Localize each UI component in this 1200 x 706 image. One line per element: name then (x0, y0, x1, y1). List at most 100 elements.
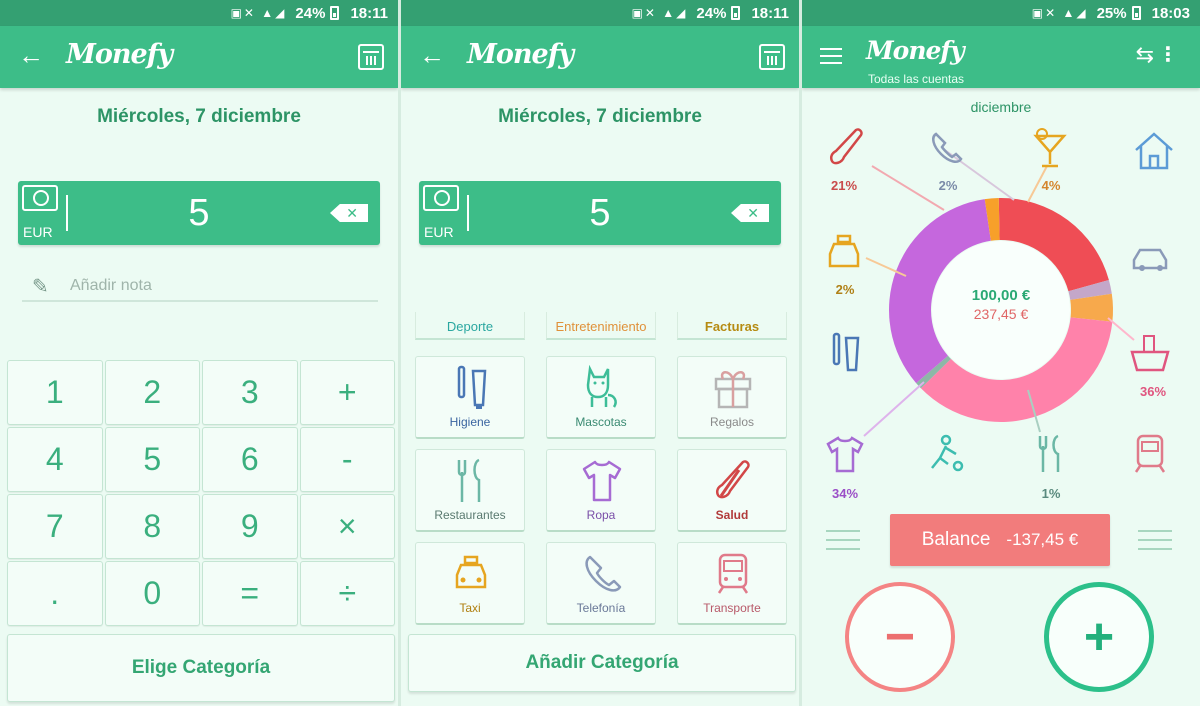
screen-categories: ▣✕ ▲◢ 24% 18:11 ← Monefy Miércoles, 7 di… (401, 0, 799, 706)
expense-total[interactable]: 237,45 € (974, 306, 1029, 322)
key-2[interactable]: 2 (104, 360, 200, 425)
category-telefonia[interactable]: Telefonía (546, 542, 656, 625)
basket-icon[interactable] (1130, 335, 1170, 372)
balance-button[interactable]: Balance -137,45 € (890, 514, 1110, 566)
tshirt-icon[interactable] (826, 436, 864, 473)
thermometer-icon[interactable] (829, 128, 863, 165)
category-transporte[interactable]: Transporte (677, 542, 787, 625)
percent-label-telefonia: 2% (938, 178, 958, 193)
battery-level: 25% (1096, 4, 1127, 22)
cocktail-icon[interactable] (1033, 128, 1067, 168)
clock: 18:03 (1151, 4, 1190, 22)
key-4[interactable]: 4 (7, 427, 103, 492)
status-bar: ▣✕ ▲◢ 24% 18:11 (401, 0, 799, 26)
category-deporte[interactable]: Deporte (415, 312, 525, 340)
category-label: Restaurantes (434, 508, 506, 522)
percent-label-taxi: 2% (835, 282, 855, 297)
percent-label-compras: 36% (1139, 384, 1167, 399)
category-label: Ropa (586, 508, 616, 522)
category-facturas[interactable]: Facturas (677, 312, 787, 340)
gift-icon (714, 371, 752, 409)
key-divide[interactable]: ÷ (299, 561, 395, 626)
category-entretenimiento[interactable]: Entretenimiento (546, 312, 656, 340)
key-3[interactable]: 3 (202, 360, 298, 425)
status-icons: ▣✕ ▲◢ (631, 6, 688, 20)
status-icons: ▣✕ ▲◢ (1031, 6, 1088, 20)
month-label[interactable]: diciembre (802, 99, 1200, 115)
key-8[interactable]: 8 (104, 494, 200, 559)
taxi-icon (455, 555, 487, 589)
transfer-icon[interactable]: ⇆ (1136, 42, 1154, 68)
key-decimal[interactable]: . (7, 561, 103, 626)
account-subtitle[interactable]: Todas las cuentas (868, 72, 964, 86)
key-multiply[interactable]: × (299, 494, 395, 559)
clock: 18:11 (350, 4, 388, 22)
cutlery-icon (457, 458, 481, 502)
menu-icon[interactable] (820, 48, 842, 64)
category-regalos[interactable]: Regalos (677, 356, 787, 439)
key-minus[interactable]: - (299, 427, 395, 492)
date-label[interactable]: Miércoles, 7 diciembre (0, 106, 398, 128)
note-field[interactable]: ✎ Añadir nota (22, 268, 378, 302)
category-ropa[interactable]: Ropa (546, 449, 656, 532)
app-logo: Monefy (467, 39, 574, 70)
expense-list-icon[interactable] (1138, 530, 1172, 550)
key-equals[interactable]: = (202, 561, 298, 626)
income-total[interactable]: 100,00 € (972, 287, 1031, 304)
calendar-icon[interactable] (358, 44, 384, 70)
amount-display: EUR 5 ✕ (18, 181, 380, 245)
key-0[interactable]: 0 (104, 561, 200, 626)
house-icon[interactable] (1135, 132, 1173, 170)
key-6[interactable]: 6 (202, 427, 298, 492)
income-list-icon[interactable] (826, 530, 860, 550)
category-label: Mascotas (575, 415, 627, 429)
add-category-button[interactable]: Añadir Categoría (408, 634, 796, 692)
category-higiene[interactable]: Higiene (415, 356, 525, 439)
category-restaurantes[interactable]: Restaurantes (415, 449, 525, 532)
more-options-icon[interactable]: ⋮ (1158, 45, 1178, 65)
tshirt-icon (582, 460, 622, 502)
app-logo: Monefy (866, 36, 965, 65)
app-bar: ← Monefy (401, 26, 799, 88)
back-arrow-icon[interactable]: ← (419, 40, 445, 70)
amount-display: EUR 5 ✕ (419, 181, 781, 245)
app-bar: ← Monefy (0, 26, 398, 88)
key-plus[interactable]: + (299, 360, 395, 425)
screen-keypad: ▣✕ ▲◢ 24% 18:11 ← Monefy Miércoles, 7 di… (0, 0, 398, 706)
app-logo: Monefy (66, 39, 173, 70)
cutlery-icon[interactable] (1038, 434, 1060, 472)
status-icons: ▣✕ ▲◢ (230, 6, 287, 20)
category-mascotas[interactable]: Mascotas (546, 356, 656, 439)
soccer-icon[interactable] (931, 434, 964, 472)
key-7[interactable]: 7 (7, 494, 103, 559)
category-label: Transporte (703, 601, 761, 615)
key-9[interactable]: 9 (202, 494, 298, 559)
taxi-icon[interactable] (828, 234, 860, 268)
category-taxi[interactable]: Taxi (415, 542, 525, 625)
toothbrush-icon (457, 365, 487, 409)
calendar-icon[interactable] (759, 44, 785, 70)
choose-category-button[interactable]: Elige Categoría (7, 634, 395, 702)
category-salud[interactable]: Salud (677, 449, 787, 532)
train-icon[interactable] (1134, 434, 1166, 473)
add-expense-button[interactable]: − (845, 582, 955, 692)
battery-icon (330, 6, 340, 20)
pen-icon: ✎ (32, 276, 49, 298)
car-icon[interactable] (1132, 248, 1168, 271)
battery-icon (731, 6, 741, 20)
thermometer-icon (715, 460, 750, 499)
toothbrush-icon[interactable] (832, 332, 860, 372)
add-income-button[interactable]: + (1044, 582, 1154, 692)
phone-icon (585, 555, 622, 592)
balance-label: Balance (921, 529, 991, 550)
status-bar: ▣✕ ▲◢ 25% 18:03 (802, 0, 1200, 26)
clock: 18:11 (751, 4, 789, 22)
app-bar: Monefy Todas las cuentas ⇆ ⋮ (802, 26, 1200, 88)
back-arrow-icon[interactable]: ← (18, 40, 44, 70)
date-label[interactable]: Miércoles, 7 diciembre (401, 106, 799, 128)
key-1[interactable]: 1 (7, 360, 103, 425)
balance-value: -137,45 € (1006, 530, 1079, 549)
screen-overview: ▣✕ ▲◢ 25% 18:03 Monefy Todas las cuentas… (802, 0, 1200, 706)
note-placeholder: Añadir nota (70, 277, 152, 294)
key-5[interactable]: 5 (104, 427, 200, 492)
